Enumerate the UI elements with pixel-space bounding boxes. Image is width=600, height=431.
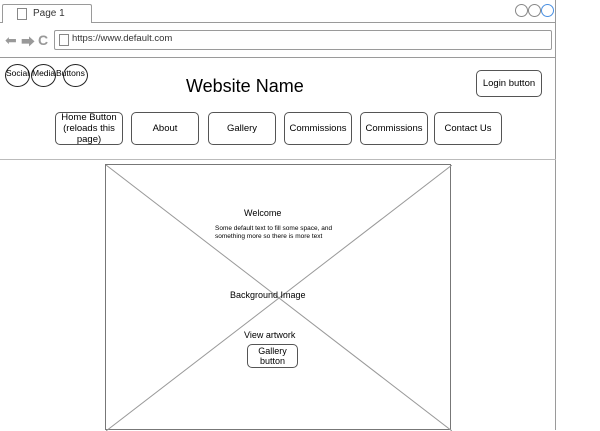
background-image-label: Background Image	[230, 290, 306, 300]
header-divider	[0, 159, 556, 160]
social-label: Social	[6, 68, 30, 78]
nav-about-button[interactable]: About	[131, 112, 199, 145]
view-artwork-label: View artwork	[244, 330, 296, 340]
refresh-icon[interactable]: C	[38, 32, 48, 48]
forward-arrow-icon[interactable]: ⮕	[21, 32, 35, 52]
close-icon[interactable]	[541, 4, 554, 17]
welcome-heading: Welcome	[244, 208, 282, 218]
gallery-button[interactable]: Gallery button	[247, 344, 298, 368]
url-text: https://www.default.com	[72, 33, 173, 44]
nav-home-button[interactable]: Home Button (reloads this page)	[55, 112, 123, 145]
social-label: Buttons	[56, 68, 85, 78]
tab-bar: Page 1	[0, 0, 556, 23]
login-button[interactable]: Login button	[476, 70, 542, 97]
address-bar-row: ⬅ ⮕ C https://www.default.com	[0, 23, 556, 58]
tab-label: Page 1	[33, 8, 65, 19]
filler-text: Some default text to fill some space, an…	[215, 225, 333, 240]
site-title: Website Name	[186, 76, 304, 96]
page-icon	[17, 8, 27, 20]
minimize-icon[interactable]	[515, 4, 528, 17]
nav-gallery-button[interactable]: Gallery	[208, 112, 276, 145]
window-edge	[555, 0, 556, 430]
url-field[interactable]: https://www.default.com	[54, 30, 552, 50]
browser-tab[interactable]: Page 1	[2, 4, 92, 23]
back-arrow-icon[interactable]: ⬅	[5, 32, 17, 49]
social-label: Media	[32, 68, 56, 78]
nav-contact-button[interactable]: Contact Us	[434, 112, 502, 145]
page-icon	[59, 34, 69, 46]
nav-commissions-button[interactable]: Commissions	[360, 112, 428, 145]
maximize-icon[interactable]	[528, 4, 541, 17]
nav-commissions-button[interactable]: Commissions	[284, 112, 352, 145]
